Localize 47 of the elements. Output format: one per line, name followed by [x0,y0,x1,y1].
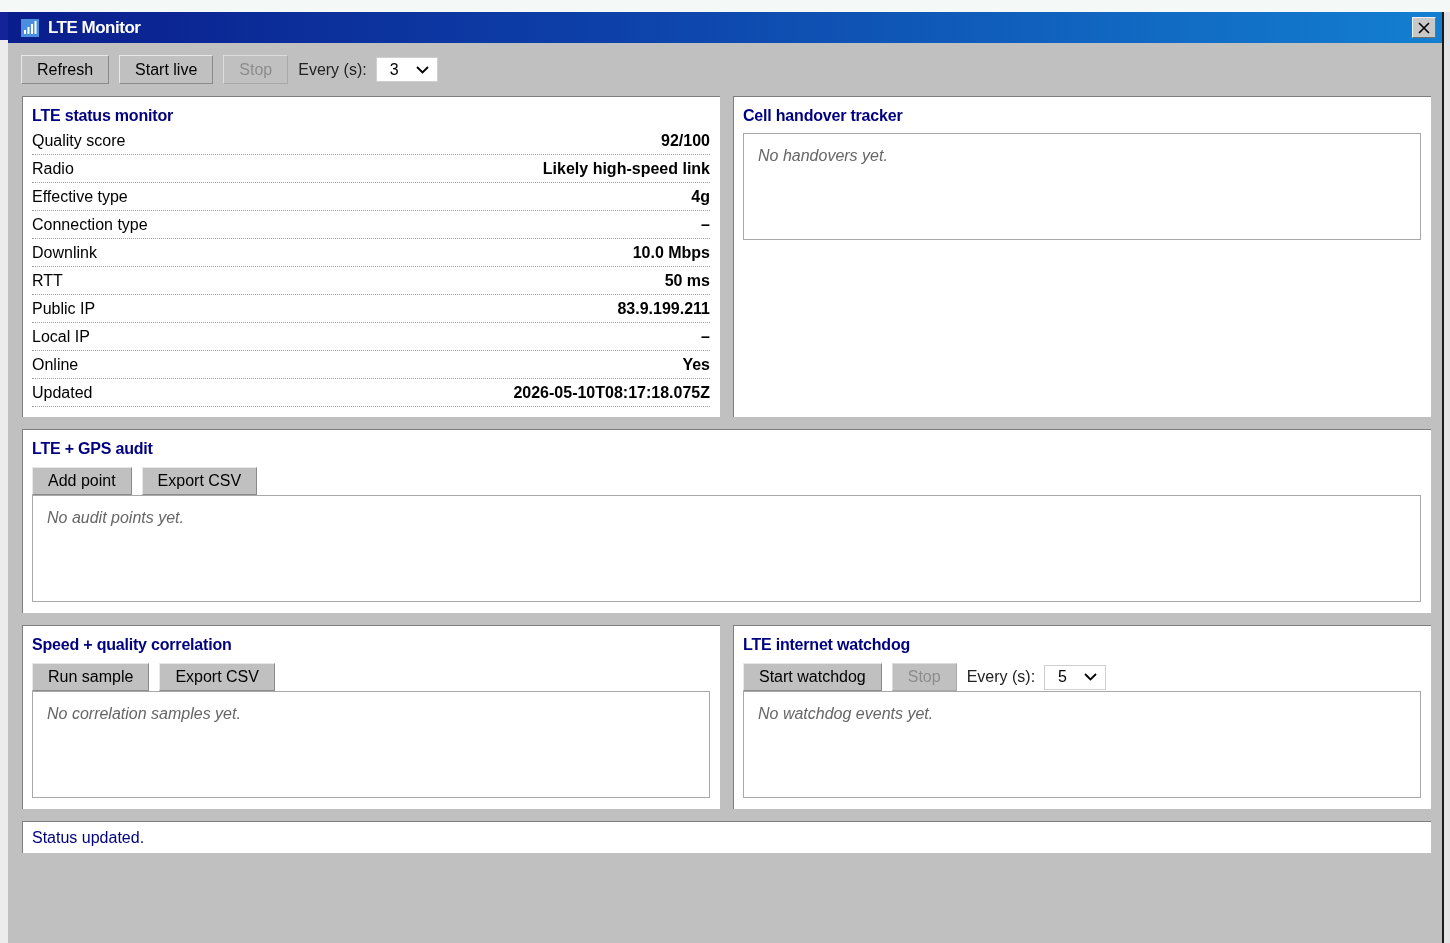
field-value: 10.0 Mbps [632,243,710,262]
interval-label: Every (s): [966,668,1036,686]
status-message: Status updated. [32,828,145,847]
field-label: Downlink [32,243,97,262]
panel-title: LTE status monitor [32,106,174,126]
field-label: Quality score [32,131,126,150]
empty-message: No correlation samples yet. [47,705,241,722]
field-value: Likely high-speed link [542,159,710,178]
field-label: Connection type [32,215,148,234]
panel-title: Speed + quality correlation [32,635,233,655]
window-title: LTE Monitor [48,17,142,38]
add-point-button[interactable]: Add point [32,467,132,495]
export-csv-button[interactable]: Export CSV [159,663,275,691]
field-value: – [701,215,710,234]
field-label: Local IP [32,327,90,346]
chevron-down-icon [1084,673,1098,681]
close-icon [1418,21,1430,34]
field-label: Public IP [32,299,96,318]
empty-message: No handovers yet. [758,147,888,164]
field-value: – [701,327,710,346]
field-value: Yes [682,355,710,374]
field-label: RTT [32,271,63,290]
field-value: 83.9.199.211 [617,299,710,318]
export-csv-button[interactable]: Export CSV [141,467,258,495]
field-value: 92/100 [661,131,710,150]
interval-select[interactable]: 5 [1044,664,1107,690]
run-sample-button[interactable]: Run sample [32,663,150,691]
field-label: Updated [32,383,93,402]
start-watchdog-button[interactable]: Start watchdog [743,663,882,691]
signal-bars-icon [21,18,39,37]
refresh-button[interactable]: Refresh [21,55,110,84]
panel-title: LTE internet watchdog [743,635,912,655]
interval-select[interactable]: 3 [375,57,438,82]
empty-message: No watchdog events yet. [758,705,934,722]
start-live-button[interactable]: Start live [119,55,214,84]
panel-title: Cell handover tracker [743,106,904,126]
field-value: 4g [691,187,710,206]
field-label: Radio [32,159,74,178]
field-value: 50 ms [664,271,710,290]
field-value: 2026-05-10T08:17:18.075Z [513,383,710,402]
field-label: Online [32,355,79,374]
close-button[interactable] [1412,17,1436,38]
panel-title: LTE + GPS audit [32,439,154,459]
field-label: Effective type [32,187,128,206]
interval-label: Every (s): [298,60,367,79]
empty-message: No audit points yet. [47,509,184,526]
chevron-down-icon [415,65,429,74]
